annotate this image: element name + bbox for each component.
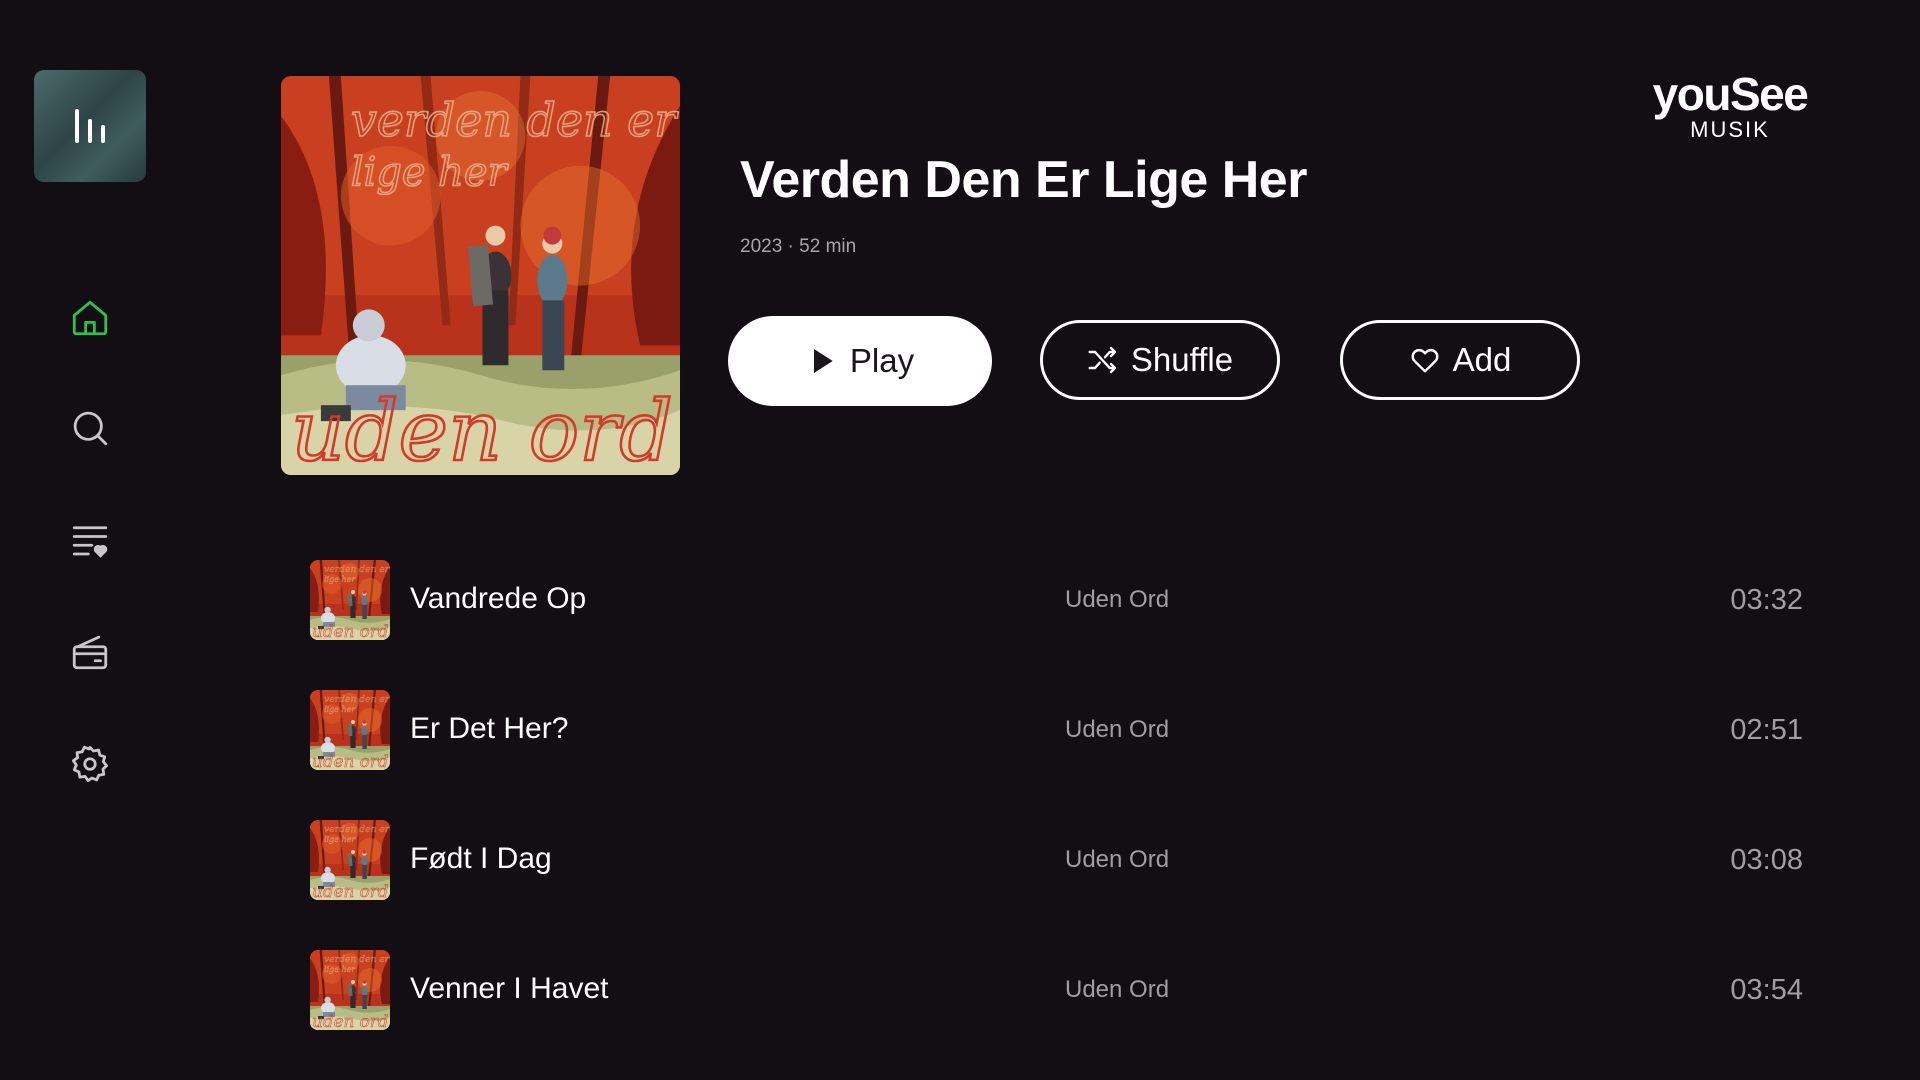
play-button-label: Play — [849, 342, 915, 379]
now-playing-button[interactable] — [34, 70, 146, 182]
shuffle-button[interactable]: Shuffle — [1040, 320, 1280, 400]
sidebar-item-settings[interactable] — [66, 740, 114, 788]
track-duration: 02:51 — [1730, 714, 1803, 746]
track-duration: 03:32 — [1730, 584, 1803, 616]
track-title: Venner I Havet — [410, 972, 609, 1005]
gear-icon — [71, 745, 109, 783]
track-artist: Uden Ord — [1065, 586, 1170, 613]
add-button-label: Add — [1452, 341, 1512, 378]
track-title: Vandrede Op — [410, 582, 587, 615]
track-duration: 03:08 — [1730, 844, 1803, 876]
add-button[interactable]: Add — [1340, 320, 1580, 400]
track-artist: Uden Ord — [1065, 716, 1170, 743]
play-icon — [813, 349, 833, 373]
sidebar-item-playlists[interactable] — [66, 516, 114, 564]
track-artist: Uden Ord — [1065, 846, 1170, 873]
logo-main-text: youSee — [1652, 68, 1809, 120]
track-row[interactable]: Er Det Her? Uden Ord 02:51 — [310, 690, 1810, 770]
track-title: Er Det Her? — [410, 712, 569, 745]
logo-sub-text: MUSIK — [1690, 117, 1770, 142]
track-thumbnail — [310, 690, 390, 770]
search-icon — [73, 411, 108, 446]
track-duration: 03:54 — [1730, 974, 1803, 1006]
home-icon — [72, 300, 108, 336]
track-thumbnail — [310, 820, 390, 900]
album-cover — [281, 76, 680, 475]
track-title: Født I Dag — [410, 842, 552, 875]
radio-icon — [72, 635, 108, 670]
playlist-heart-icon — [72, 526, 108, 558]
sidebar-item-home[interactable] — [66, 294, 114, 342]
yousee-musik-logo: youSee MUSIK — [1640, 70, 1820, 142]
play-button[interactable]: Play — [728, 316, 992, 406]
track-thumbnail — [310, 950, 390, 1030]
track-row[interactable]: Vandrede Op Uden Ord 03:32 — [310, 560, 1810, 640]
shuffle-button-label: Shuffle — [1130, 341, 1234, 378]
app-root: Verden Den Er Lige Her 2023 · 52 min Pla… — [0, 0, 1920, 1080]
track-row[interactable]: Venner I Havet Uden Ord 03:54 — [310, 950, 1810, 1030]
sidebar-item-radio[interactable] — [66, 628, 114, 676]
track-thumbnail — [310, 560, 390, 640]
equalizer-bars-icon — [75, 109, 105, 143]
sidebar-item-search[interactable] — [66, 404, 114, 452]
album-meta: 2023 · 52 min — [740, 236, 857, 257]
track-row[interactable]: Født I Dag Uden Ord 03:08 — [310, 820, 1810, 900]
album-title: Verden Den Er Lige Her — [740, 151, 1307, 209]
heart-icon — [1411, 349, 1439, 373]
shuffle-icon — [1088, 346, 1117, 374]
track-artist: Uden Ord — [1065, 976, 1170, 1003]
